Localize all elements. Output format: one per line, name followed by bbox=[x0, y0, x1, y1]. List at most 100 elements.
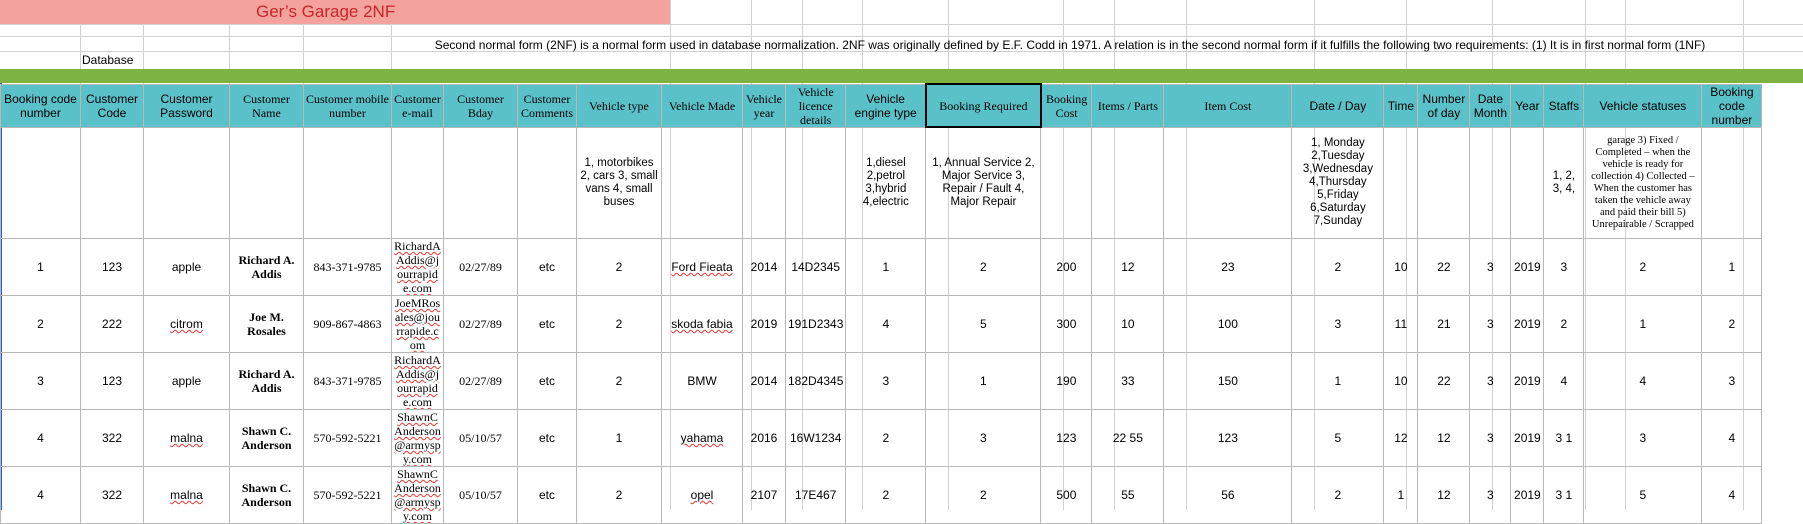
email-cell[interactable]: ShawnCAnderson@armyspy.com bbox=[391, 409, 444, 467]
description-text[interactable]: Second normal form (2NF) is a normal for… bbox=[390, 36, 1750, 54]
cell[interactable]: 4 bbox=[1543, 352, 1585, 410]
sheet-title[interactable]: Ger’s Garage 2NF bbox=[0, 0, 670, 24]
cell[interactable]: 1 bbox=[845, 238, 927, 296]
cell[interactable]: 300 bbox=[1040, 295, 1093, 353]
engine-type-note[interactable]: 1,diesel 2,petrol 3,hybrid 4,electric bbox=[845, 126, 927, 239]
cell[interactable] bbox=[661, 126, 743, 239]
cell[interactable]: 3 bbox=[1291, 295, 1385, 353]
cell[interactable]: 2019 bbox=[1510, 352, 1545, 410]
cell[interactable]: 222 bbox=[80, 295, 144, 353]
email-cell[interactable]: RichardAAddis@jourrapide.com bbox=[391, 238, 444, 296]
cell[interactable]: 322 bbox=[80, 466, 144, 524]
cell[interactable] bbox=[80, 126, 144, 239]
cell[interactable]: 2 bbox=[925, 466, 1042, 524]
cell[interactable]: 2 bbox=[0, 295, 81, 353]
cell[interactable]: 12 bbox=[1417, 409, 1471, 467]
header-cell[interactable]: Customer Comments bbox=[517, 83, 577, 128]
cell[interactable]: 123 bbox=[80, 352, 144, 410]
cell[interactable] bbox=[784, 126, 847, 239]
cell[interactable]: 1 bbox=[1701, 238, 1763, 296]
cell[interactable]: skoda fabia bbox=[661, 295, 743, 353]
cell[interactable]: yahama bbox=[661, 409, 743, 467]
header-cell[interactable]: Vehicle year bbox=[742, 83, 786, 128]
cell[interactable]: 190 bbox=[1040, 352, 1093, 410]
cell[interactable]: 2107 bbox=[742, 466, 786, 524]
cell[interactable] bbox=[1040, 126, 1093, 239]
header-cell[interactable]: Vehicle type bbox=[576, 83, 662, 128]
header-cell[interactable]: Vehicle statuses bbox=[1583, 83, 1703, 128]
cell[interactable]: 11 bbox=[1383, 295, 1419, 353]
cell[interactable]: apple bbox=[143, 352, 230, 410]
header-cell[interactable]: Vehicle Made bbox=[661, 83, 743, 128]
cell[interactable]: 2019 bbox=[1510, 409, 1545, 467]
cell[interactable]: 02/27/89 bbox=[443, 352, 518, 410]
header-cell[interactable]: Customer e-mail bbox=[391, 83, 444, 128]
cell[interactable]: 200 bbox=[1040, 238, 1093, 296]
cell[interactable]: 2019 bbox=[1510, 238, 1545, 296]
cell[interactable]: 16W1234 bbox=[784, 409, 847, 467]
cell[interactable] bbox=[1417, 126, 1471, 239]
cell[interactable]: 3 bbox=[925, 409, 1042, 467]
cell[interactable]: Shawn C. Anderson bbox=[229, 466, 304, 524]
cell[interactable]: 3 bbox=[845, 352, 927, 410]
green-separator-bar[interactable] bbox=[0, 69, 1803, 83]
cell[interactable]: 2 bbox=[576, 466, 662, 524]
cell[interactable]: Richard A. Addis bbox=[229, 352, 304, 410]
cell[interactable]: 2014 bbox=[742, 352, 786, 410]
cell[interactable] bbox=[229, 126, 304, 239]
cell[interactable]: BMW bbox=[661, 352, 743, 410]
cell[interactable]: 191D2343 bbox=[784, 295, 847, 353]
cell[interactable]: 123 bbox=[1163, 409, 1293, 467]
header-cell[interactable]: Customer Code bbox=[80, 83, 144, 128]
cell[interactable] bbox=[517, 126, 577, 239]
cell[interactable]: 909-867-4863 bbox=[303, 295, 392, 353]
cell[interactable]: 21 bbox=[1417, 295, 1471, 353]
cell[interactable]: 2016 bbox=[742, 409, 786, 467]
header-cell[interactable]: Items / Parts bbox=[1091, 83, 1165, 128]
cell[interactable]: Shawn C. Anderson bbox=[229, 409, 304, 467]
cell[interactable]: 56 bbox=[1163, 466, 1293, 524]
cell[interactable]: 12 bbox=[1383, 409, 1419, 467]
cell[interactable] bbox=[391, 126, 444, 239]
email-cell[interactable]: JoeMRosales@jourrapide.com bbox=[391, 295, 444, 353]
header-cell[interactable]: Time bbox=[1383, 83, 1419, 128]
cell[interactable]: 1 bbox=[1383, 466, 1419, 524]
cell[interactable]: 123 bbox=[1040, 409, 1093, 467]
cell[interactable]: 2 bbox=[925, 238, 1042, 296]
cell[interactable]: 1 bbox=[576, 409, 662, 467]
cell[interactable]: 05/10/57 bbox=[443, 466, 518, 524]
header-cell[interactable]: Customer Bday bbox=[443, 83, 518, 128]
cell[interactable]: 3 bbox=[1469, 238, 1512, 296]
cell[interactable]: apple bbox=[143, 238, 230, 296]
cell[interactable]: 5 bbox=[925, 295, 1042, 353]
cell[interactable]: 123 bbox=[80, 238, 144, 296]
cell[interactable]: 3 bbox=[1469, 352, 1512, 410]
cell[interactable]: 02/27/89 bbox=[443, 238, 518, 296]
cell[interactable]: 1 bbox=[1583, 295, 1703, 353]
cell[interactable]: 14D2345 bbox=[784, 238, 847, 296]
cell[interactable]: 10 bbox=[1383, 352, 1419, 410]
cell[interactable]: malna bbox=[143, 409, 230, 467]
cell[interactable]: 5 bbox=[1583, 466, 1703, 524]
cell[interactable]: 2019 bbox=[1510, 295, 1545, 353]
cell[interactable]: 22 bbox=[1417, 352, 1471, 410]
cell[interactable]: opel bbox=[661, 466, 743, 524]
cell[interactable]: etc bbox=[517, 238, 577, 296]
email-cell[interactable]: ShawnCAnderson@armyspy.com bbox=[391, 466, 444, 524]
cell[interactable]: 5 bbox=[1291, 409, 1385, 467]
cell[interactable]: 2 bbox=[576, 238, 662, 296]
cell[interactable] bbox=[303, 126, 392, 239]
cell[interactable]: 2 bbox=[1583, 238, 1703, 296]
cell[interactable]: 4 bbox=[845, 295, 927, 353]
cell[interactable]: 2 bbox=[576, 352, 662, 410]
cell[interactable]: 22 55 bbox=[1091, 409, 1165, 467]
header-cell[interactable]: Customer mobile number bbox=[303, 83, 392, 128]
cell[interactable]: 1 bbox=[1291, 352, 1385, 410]
header-cell[interactable]: Staffs bbox=[1543, 83, 1585, 128]
cell[interactable]: 2 bbox=[1543, 295, 1585, 353]
cell[interactable]: 3 1 bbox=[1543, 466, 1585, 524]
header-cell[interactable]: Year bbox=[1510, 83, 1545, 128]
header-cell[interactable]: Customer Password bbox=[143, 83, 230, 128]
cell[interactable]: 12 bbox=[1091, 238, 1165, 296]
cell[interactable]: etc bbox=[517, 352, 577, 410]
